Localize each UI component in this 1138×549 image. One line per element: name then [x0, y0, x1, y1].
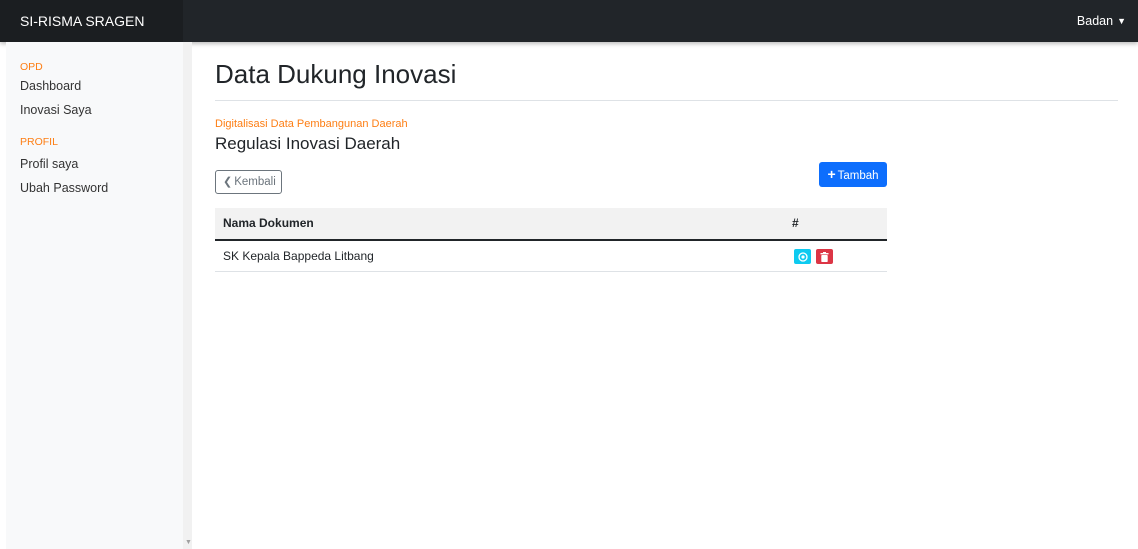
documents-table: Nama Dokumen # SK Kepala Bappeda Litbang — [215, 208, 887, 272]
sidebar-item-profil-saya[interactable]: Profil saya — [20, 157, 78, 171]
column-header-nama-dokumen: Nama Dokumen — [223, 216, 314, 230]
caret-down-icon: ▼ — [1117, 16, 1126, 26]
back-button[interactable]: ❮ Kembali — [215, 170, 282, 194]
eye-icon — [797, 251, 808, 262]
user-menu-dropdown[interactable]: Badan ▼ — [1077, 0, 1126, 42]
section-title: Regulasi Inovasi Daerah — [215, 134, 401, 153]
app-brand[interactable]: SI-RISMA SRAGEN — [0, 0, 183, 42]
page-title: Data Dukung Inovasi — [215, 59, 457, 89]
back-button-label: Kembali — [234, 176, 276, 188]
sidebar-item-inovasi-saya[interactable]: Inovasi Saya — [20, 103, 92, 117]
page-subtitle: Digitalisasi Data Pembangunan Daerah — [215, 118, 408, 130]
add-button[interactable]: + Tambah — [819, 162, 887, 187]
trash-icon — [820, 251, 829, 262]
title-divider — [215, 100, 1118, 101]
sidebar-item-ubah-password[interactable]: Ubah Password — [20, 181, 108, 195]
column-header-actions: # — [792, 216, 799, 230]
sidebar-heading-profil: PROFIL — [20, 136, 58, 148]
plus-icon: + — [827, 166, 836, 182]
sidebar-scrollbar[interactable]: ▼ — [183, 42, 192, 549]
table-row: SK Kepala Bappeda Litbang — [215, 241, 887, 272]
sidebar: OPD Dashboard Inovasi Saya PROFIL Profil… — [6, 42, 183, 549]
chevron-left-icon: ❮ — [223, 176, 233, 188]
top-navbar: SI-RISMA SRAGEN Badan ▼ — [0, 0, 1138, 42]
delete-button[interactable] — [816, 249, 833, 264]
user-menu-label: Badan — [1076, 14, 1114, 28]
table-header: Nama Dokumen # — [215, 208, 887, 241]
sidebar-item-dashboard[interactable]: Dashboard — [20, 79, 81, 93]
document-name-cell: SK Kepala Bappeda Litbang — [223, 249, 374, 263]
sidebar-heading-opd: OPD — [20, 61, 43, 73]
add-button-label: Tambah — [837, 170, 879, 182]
view-button[interactable] — [794, 249, 811, 264]
scroll-down-arrow-icon[interactable]: ▼ — [185, 539, 192, 546]
